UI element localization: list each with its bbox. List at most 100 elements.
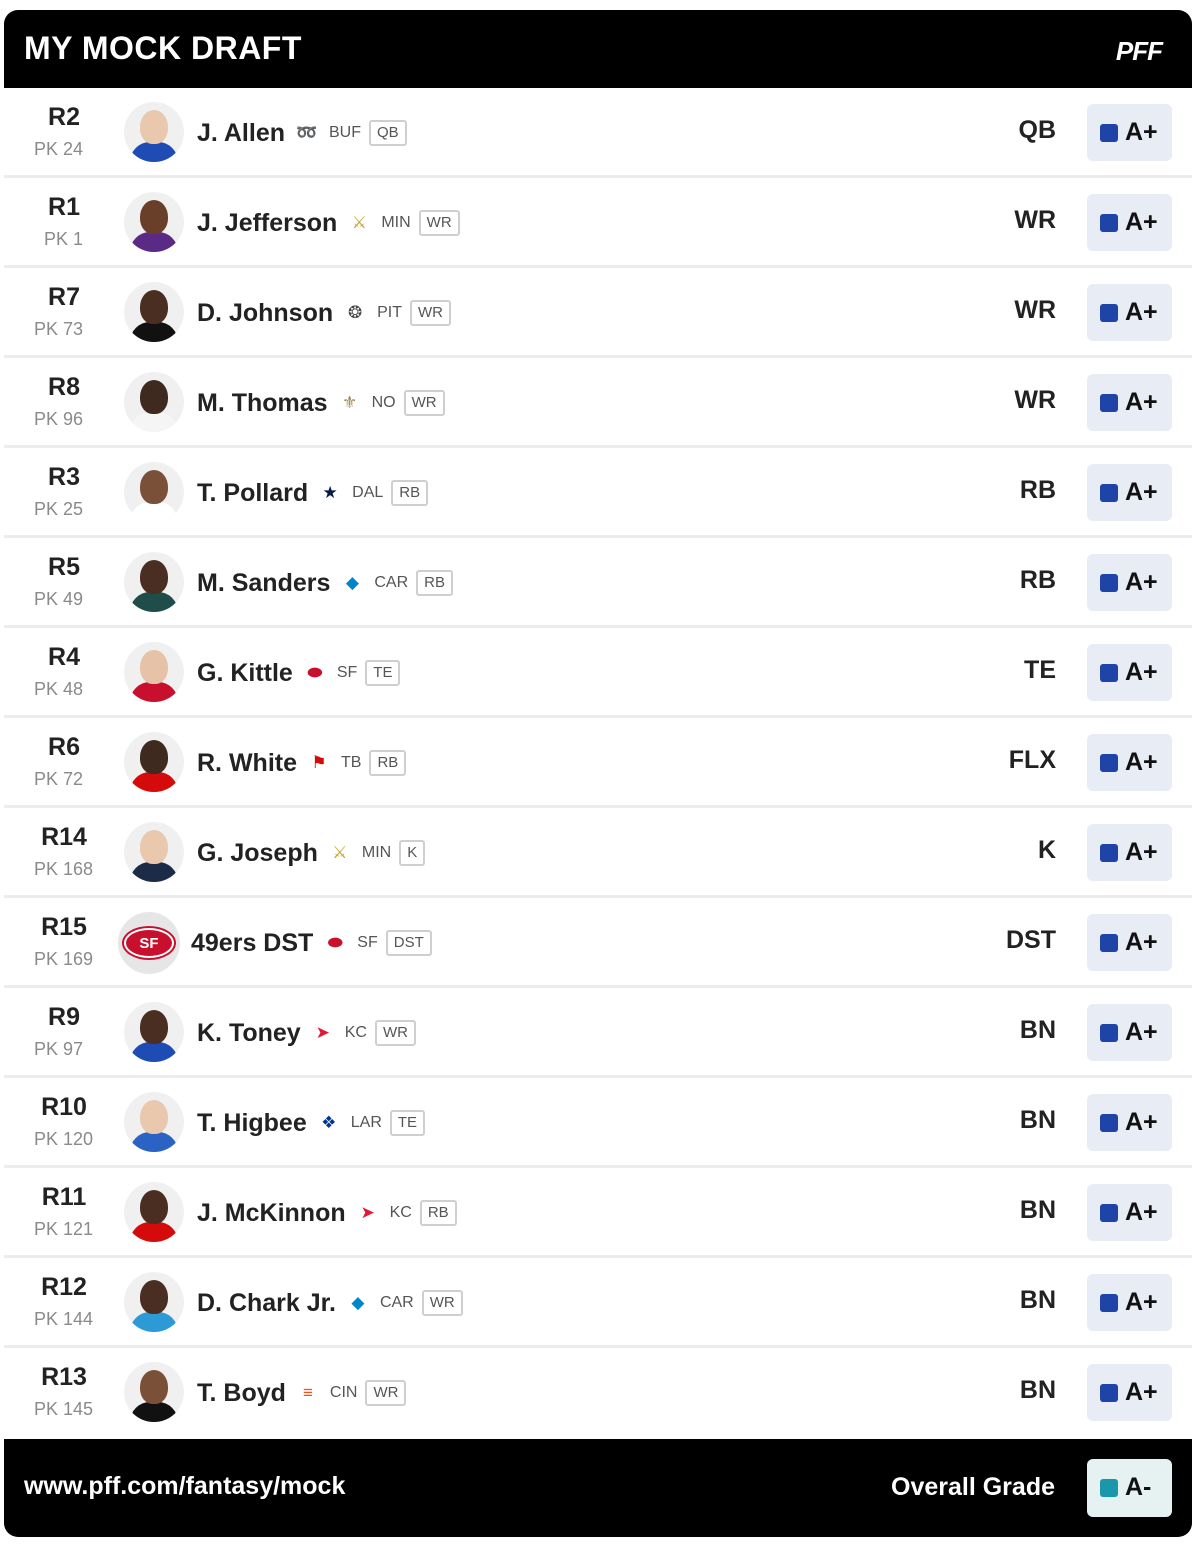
player-name[interactable]: M. Thomas — [197, 389, 328, 418]
roster-slot: FLX — [1008, 746, 1056, 774]
player-name[interactable]: T. Pollard — [197, 479, 308, 508]
pick-grade-value: A+ — [1125, 928, 1158, 956]
grade-square-icon — [1100, 574, 1118, 592]
player-headshot — [124, 1272, 184, 1332]
pick-grade-badge: A+ — [1087, 374, 1172, 431]
roster-slot: TE — [1024, 656, 1056, 684]
player-info: M. Sanders ◆ CAR RB — [197, 566, 453, 600]
roster-slot: RB — [1019, 476, 1056, 504]
player-name[interactable]: D. Chark Jr. — [197, 1289, 336, 1318]
player-row[interactable]: R10 PK 120 T. Higbee ❖ LAR TE BN A+ — [4, 1078, 1192, 1168]
roster-slot: DST — [1006, 926, 1056, 954]
player-row[interactable]: R7 PK 73 D. Johnson ❂ PIT WR WR A+ — [4, 268, 1192, 358]
position-badge: K — [399, 840, 426, 866]
player-row[interactable]: R8 PK 96 M. Thomas ⚜ NO WR WR A+ — [4, 358, 1192, 448]
position-badge: RB — [419, 1200, 457, 1226]
draft-round: R2 — [48, 103, 80, 131]
draft-pick: PK 1 — [44, 229, 84, 249]
overall-grade-value: A- — [1125, 1473, 1152, 1501]
player-row[interactable]: R9 PK 97 K. Toney ➤ KC WR BN A+ — [4, 988, 1192, 1078]
position-badge: RB — [369, 750, 407, 776]
position-badge: RB — [416, 570, 453, 596]
player-row[interactable]: R3 PK 25 T. Pollard ★ DAL RB RB A+ — [4, 448, 1192, 538]
roster-slot: K — [1037, 836, 1056, 864]
player-name[interactable]: D. Johnson — [197, 299, 333, 328]
draft-pick: PK 121 — [34, 1219, 94, 1239]
player-headshot — [124, 552, 184, 612]
roster-slot: WR — [1014, 206, 1056, 234]
player-name[interactable]: T. Higbee — [197, 1109, 307, 1138]
player-name[interactable]: J. Jefferson — [197, 209, 337, 238]
roster-slot: WR — [1014, 386, 1056, 414]
player-name[interactable]: R. White — [197, 749, 297, 778]
pick-grade-badge: A+ — [1087, 824, 1172, 881]
draft-pick: PK 169 — [34, 949, 94, 969]
roster-slot: BN — [1019, 1376, 1056, 1404]
draft-pick: PK 48 — [34, 679, 84, 699]
player-name[interactable]: J. Allen — [197, 119, 285, 148]
player-headshot — [124, 1362, 184, 1422]
player-name[interactable]: T. Boyd — [197, 1379, 286, 1408]
draft-pick: PK 25 — [34, 499, 84, 519]
draft-round: R9 — [48, 1003, 80, 1031]
pick-grade-value: A+ — [1125, 748, 1158, 776]
draft-pick: PK 24 — [34, 139, 84, 159]
footer-url[interactable]: www.pff.com/fantasy/mock — [24, 1472, 345, 1501]
player-name[interactable]: J. McKinnon — [197, 1199, 346, 1228]
grade-square-icon — [1100, 1204, 1118, 1222]
player-row[interactable]: R13 PK 145 T. Boyd ≡ CIN WR BN A+ — [4, 1348, 1192, 1438]
pick-grade-value: A+ — [1125, 298, 1158, 326]
pick-grade-value: A+ — [1125, 118, 1158, 146]
player-name[interactable]: G. Kittle — [197, 659, 293, 688]
player-headshot — [124, 822, 184, 882]
grade-square-icon — [1100, 1479, 1118, 1497]
grade-square-icon — [1100, 124, 1118, 142]
team-logo-avatar: SF — [118, 912, 180, 974]
player-row[interactable]: R1 PK 1 J. Jefferson ⚔ MIN WR WR A+ — [4, 178, 1192, 268]
position-badge: WR — [410, 300, 451, 326]
position-badge: TE — [389, 1110, 426, 1136]
vikings-icon: ⚔ — [351, 213, 367, 232]
player-row[interactable]: R12 PK 144 D. Chark Jr. ◆ CAR WR BN A+ — [4, 1258, 1192, 1348]
chiefs-icon: ➤ — [360, 1203, 375, 1222]
player-headshot — [124, 102, 184, 162]
team-abbreviation: TB — [341, 754, 362, 771]
player-row[interactable]: R5 PK 49 M. Sanders ◆ CAR RB RB A+ — [4, 538, 1192, 628]
player-name[interactable]: K. Toney — [197, 1019, 301, 1048]
draft-round: R14 — [41, 823, 87, 851]
player-headshot — [124, 192, 184, 252]
team-abbreviation: LAR — [350, 1114, 382, 1131]
team-abbreviation: BUF — [329, 124, 361, 141]
draft-pick: PK 49 — [34, 589, 84, 609]
player-row[interactable]: R15 PK 169 SF 49ers DST ⬬ SF DST DST A+ — [4, 898, 1192, 988]
player-headshot — [124, 642, 184, 702]
grade-square-icon — [1100, 844, 1118, 862]
draft-round: R12 — [41, 1273, 87, 1301]
position-badge: WR — [403, 390, 445, 416]
player-row[interactable]: R2 PK 24 J. Allen ➿ BUF QB QB A+ — [4, 88, 1192, 178]
49ers-icon: ⬬ — [307, 663, 323, 682]
draft-pick: PK 73 — [34, 319, 84, 339]
draft-pick: PK 72 — [34, 769, 84, 789]
grade-square-icon — [1100, 754, 1118, 772]
player-name[interactable]: G. Joseph — [197, 839, 318, 868]
player-list: R2 PK 24 J. Allen ➿ BUF QB QB A+ R1 PK 1… — [4, 88, 1192, 1438]
pick-grade-value: A+ — [1125, 478, 1158, 506]
position-badge: RB — [391, 480, 429, 506]
player-row[interactable]: R11 PK 121 J. McKinnon ➤ KC RB BN A+ — [4, 1168, 1192, 1258]
player-name[interactable]: 49ers DST — [191, 929, 313, 958]
position-badge: DST — [385, 930, 432, 956]
player-headshot — [124, 282, 184, 342]
player-info: G. Kittle ⬬ SF TE — [197, 656, 401, 690]
vikings-icon: ⚔ — [332, 843, 348, 862]
pick-grade-badge: A+ — [1087, 554, 1172, 611]
player-row[interactable]: R4 PK 48 G. Kittle ⬬ SF TE TE A+ — [4, 628, 1192, 718]
rams-icon: ❖ — [321, 1113, 337, 1132]
player-row[interactable]: R6 PK 72 R. White ⚑ TB RB FLX A+ — [4, 718, 1192, 808]
grade-square-icon — [1100, 1384, 1118, 1402]
player-info: G. Joseph ⚔ MIN K — [197, 836, 426, 870]
player-name[interactable]: M. Sanders — [197, 569, 330, 598]
team-abbreviation: CAR — [374, 574, 409, 591]
player-row[interactable]: R14 PK 168 G. Joseph ⚔ MIN K K A+ — [4, 808, 1192, 898]
pick-grade-value: A+ — [1125, 658, 1158, 686]
